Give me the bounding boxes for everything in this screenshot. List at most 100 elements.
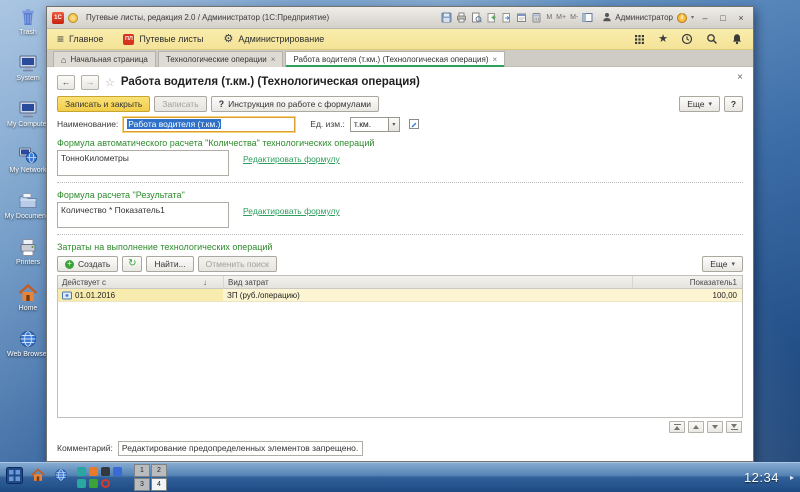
window-title: Путевые листы, редакция 2.0 / Администра… xyxy=(86,13,330,22)
desktop-icon-label: Web Browser xyxy=(7,351,49,358)
help-button[interactable]: ? xyxy=(724,96,743,112)
user-icon xyxy=(602,9,612,27)
quick-launch-icon[interactable] xyxy=(77,479,86,488)
home-launcher-icon[interactable] xyxy=(30,467,46,488)
monitor-icon xyxy=(17,98,39,120)
tab-home-page[interactable]: ⌂ Начальная страница xyxy=(53,51,156,67)
tab-driver-work[interactable]: Работа водителя (т.км.) (Технологическая… xyxy=(285,51,506,67)
workspace-4[interactable]: 4 xyxy=(151,478,167,491)
refresh-button[interactable]: ↻ xyxy=(122,256,143,272)
info-dropdown-icon[interactable]: ▾ xyxy=(691,14,694,21)
quick-launch-icon[interactable] xyxy=(77,467,86,476)
save-button[interactable]: Записать xyxy=(154,96,207,112)
tab-close-icon[interactable]: × xyxy=(493,55,498,64)
new-file-icon[interactable] xyxy=(486,12,497,23)
tab-close-icon[interactable]: × xyxy=(271,55,276,64)
workspace-2[interactable]: 2 xyxy=(151,464,167,477)
costs-more-button[interactable]: Еще ▾ xyxy=(702,256,743,272)
cell-date[interactable]: 01.01.2016 xyxy=(58,289,223,301)
start-menu-icon[interactable] xyxy=(6,466,23,489)
predefined-item-icon xyxy=(62,291,72,300)
cancel-search-button[interactable]: Отменить поиск xyxy=(197,256,277,272)
window-menu-icon[interactable] xyxy=(68,12,78,23)
chevron-down-icon[interactable]: ▾ xyxy=(387,116,400,132)
menu-item-main[interactable]: ≡ Главное xyxy=(57,32,104,46)
quick-launch-icon[interactable] xyxy=(89,467,98,476)
quick-launch-icon[interactable] xyxy=(101,479,110,488)
quantity-formula-input[interactable]: ТонноКилометры xyxy=(57,150,229,176)
go-down-button[interactable] xyxy=(707,421,723,433)
form-close-icon[interactable]: × xyxy=(737,72,743,83)
column-header-date[interactable]: Действует с ↓ xyxy=(58,278,223,287)
name-label: Наименование: xyxy=(57,119,119,129)
unit-label: Ед. изм.: xyxy=(310,119,345,129)
desktop-icon-label: My Network xyxy=(9,167,47,174)
hamburger-icon: ≡ xyxy=(57,32,65,46)
menu-item-label: Главное xyxy=(69,34,104,44)
tab-label: Начальная страница xyxy=(70,55,148,64)
column-header-cost-type[interactable]: Вид затрат xyxy=(223,276,632,288)
button-label: Отменить поиск xyxy=(205,259,269,269)
calc-memory-plus-button[interactable]: M+ xyxy=(556,14,566,21)
workspace-1[interactable]: 1 xyxy=(134,464,150,477)
notifications-bell-icon[interactable] xyxy=(731,33,743,45)
form-driver-work: ← → ☆ Работа водителя (т.км.) (Технологи… xyxy=(47,67,753,461)
edit-result-formula-link[interactable]: Редактировать формулу xyxy=(243,206,340,216)
history-icon[interactable] xyxy=(681,33,693,45)
quick-launch-icon[interactable] xyxy=(101,467,110,476)
panels-icon[interactable] xyxy=(582,12,593,23)
calculator-icon[interactable] xyxy=(531,12,542,23)
menu-item-waybills[interactable]: ПЛ Путевые листы xyxy=(123,33,204,45)
waybills-badge-icon: ПЛ xyxy=(123,33,135,45)
save-and-close-button[interactable]: Записать и закрыть xyxy=(57,96,151,112)
column-label: Действует с xyxy=(62,277,107,287)
form-more-button[interactable]: Еще ▾ xyxy=(679,96,720,112)
monitor-icon xyxy=(17,52,39,74)
browser-launcher-icon[interactable] xyxy=(53,467,69,488)
minimize-button[interactable]: – xyxy=(698,11,712,24)
tab-tech-operations[interactable]: Технологические операции × xyxy=(157,51,284,67)
cell-cost-type[interactable]: ЗП (руб./операцию) xyxy=(223,291,632,300)
save-icon[interactable] xyxy=(441,12,452,23)
current-user[interactable]: Администратор xyxy=(602,9,673,27)
calc-memory-button[interactable]: M xyxy=(546,14,552,21)
go-last-button[interactable] xyxy=(726,421,742,433)
print-icon[interactable] xyxy=(456,12,467,23)
unit-combobox[interactable]: т.км. ▾ xyxy=(349,116,400,132)
separator xyxy=(57,182,743,183)
find-button[interactable]: Найти... xyxy=(146,256,194,272)
service-menu-icon[interactable] xyxy=(634,34,645,45)
back-button[interactable]: ← xyxy=(57,74,75,90)
search-icon[interactable] xyxy=(706,33,718,45)
cell-indicator[interactable]: 100,00 xyxy=(632,291,742,300)
favorite-star-icon[interactable]: ☆ xyxy=(105,76,115,89)
maximize-button[interactable]: □ xyxy=(716,11,730,24)
forward-button[interactable]: → xyxy=(81,74,99,90)
close-button[interactable]: × xyxy=(734,11,748,24)
workspace-3[interactable]: 3 xyxy=(134,478,150,491)
name-input[interactable]: Работа водителя (т.км.) xyxy=(123,116,296,132)
table-row[interactable]: 01.01.2016 ЗП (руб./операцию) 100,00 xyxy=(58,289,742,302)
favorites-star-icon[interactable]: ★ xyxy=(658,33,668,45)
menu-item-administration[interactable]: ⚙ Администрирование xyxy=(224,34,325,45)
calendar-icon[interactable] xyxy=(516,12,527,23)
open-file-icon[interactable] xyxy=(501,12,512,23)
tray-arrow-icon[interactable]: ▸ xyxy=(790,473,794,482)
calc-memory-minus-button[interactable]: M- xyxy=(570,14,578,21)
open-unit-icon[interactable] xyxy=(408,118,420,130)
go-first-button[interactable] xyxy=(669,421,685,433)
create-button[interactable]: + Создать xyxy=(57,256,119,272)
print-preview-icon[interactable] xyxy=(471,12,483,23)
info-icon[interactable]: i xyxy=(676,12,687,23)
result-formula-input[interactable]: Количество * Показатель1 xyxy=(57,202,229,228)
result-formula-section-title: Формула расчета "Результата" xyxy=(57,190,185,200)
globe-icon xyxy=(17,328,39,350)
quick-launch-icon[interactable] xyxy=(113,467,122,476)
quick-launch-icon[interactable] xyxy=(89,479,98,488)
comment-input[interactable]: Редактирование предопределенных элементо… xyxy=(117,440,363,456)
column-header-indicator[interactable]: Показатель1 xyxy=(632,276,742,288)
1c-app-icon: 1С xyxy=(52,11,64,24)
formula-instruction-button[interactable]: ? Инструкция по работе с формулами xyxy=(210,96,380,112)
edit-quantity-formula-link[interactable]: Редактировать формулу xyxy=(243,154,340,164)
go-up-button[interactable] xyxy=(688,421,704,433)
